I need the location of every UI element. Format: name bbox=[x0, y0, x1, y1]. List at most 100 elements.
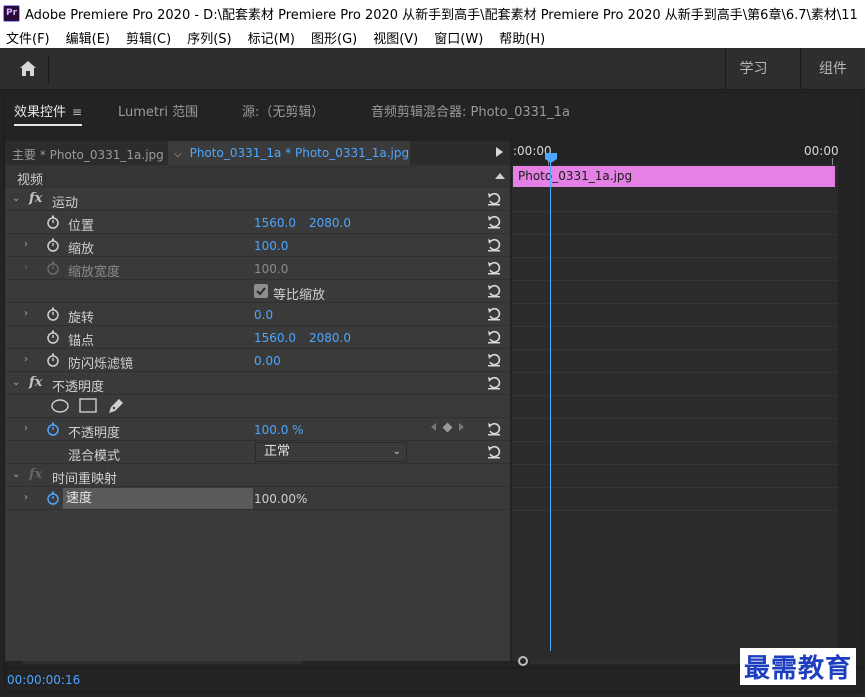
chevron-right-icon[interactable]: › bbox=[24, 239, 28, 250]
stopwatch-icon[interactable] bbox=[46, 215, 60, 229]
menu-graphics[interactable]: 图形(G) bbox=[311, 28, 357, 47]
reset-icon[interactable] bbox=[487, 330, 503, 344]
timeline-row-divider bbox=[512, 418, 838, 419]
reset-icon[interactable] bbox=[487, 261, 503, 275]
position-label: 位置 bbox=[68, 219, 95, 234]
reset-icon[interactable] bbox=[487, 445, 503, 459]
blend-mode-value: 正常 bbox=[264, 444, 291, 459]
workspace-learn-tab[interactable]: 学习 bbox=[725, 48, 781, 90]
menu-file[interactable]: 文件(F) bbox=[6, 28, 50, 47]
speed-row: › 速度 100.00% bbox=[5, 487, 510, 510]
uniform-scale-checkbox[interactable] bbox=[254, 284, 268, 298]
anti-flicker-value[interactable]: 0.00 bbox=[254, 354, 281, 368]
speed-value[interactable]: 100.00% bbox=[254, 492, 307, 506]
stopwatch-icon[interactable] bbox=[46, 307, 60, 321]
anti-flicker-label: 防闪烁滤镜 bbox=[68, 357, 134, 372]
tab-audio-clip-mixer[interactable]: 音频剪辑混合器: Photo_0331_1a bbox=[371, 101, 570, 120]
opacity-section-label: 不透明度 bbox=[52, 380, 105, 395]
premiere-app-icon: Pr bbox=[3, 4, 20, 22]
chevron-down-icon[interactable]: ⌄ bbox=[12, 469, 20, 480]
pen-mask-icon[interactable] bbox=[106, 397, 126, 415]
mask-tools bbox=[50, 397, 126, 415]
reset-icon[interactable] bbox=[487, 192, 503, 206]
stopwatch-icon[interactable] bbox=[46, 353, 60, 367]
scroll-track[interactable] bbox=[23, 661, 303, 664]
tab-effect-controls[interactable]: 效果控件 ≡ bbox=[14, 101, 83, 126]
anchor-x-value[interactable]: 1560.0 bbox=[254, 331, 296, 345]
chevron-down-icon[interactable]: ⌄ bbox=[12, 377, 20, 388]
anti-flicker-row: › 防闪烁滤镜 0.00 bbox=[5, 349, 510, 372]
anchor-row: 锚点 1560.0 2080.0 bbox=[5, 326, 510, 349]
uniform-scale-row: 等比缩放 bbox=[5, 280, 510, 303]
timeline-zoom-scrollbar[interactable] bbox=[11, 659, 303, 667]
menu-sequence[interactable]: 序列(S) bbox=[187, 28, 231, 47]
menu-clip[interactable]: 剪辑(C) bbox=[126, 28, 171, 47]
time-remap-effect-row: ⌄ fx 时间重映射 bbox=[5, 464, 510, 487]
anchor-y-value[interactable]: 2080.0 bbox=[309, 331, 351, 345]
position-row: 位置 1560.0 2080.0 bbox=[5, 211, 510, 234]
video-section-label: 视频 bbox=[17, 173, 44, 188]
current-timecode[interactable]: 00:00:00:16 bbox=[7, 673, 80, 687]
chevron-right-icon[interactable]: › bbox=[24, 354, 28, 365]
show-timeline-icon[interactable] bbox=[496, 147, 503, 157]
chevron-down-icon[interactable]: ⌵ bbox=[174, 149, 182, 160]
reset-icon[interactable] bbox=[487, 215, 503, 229]
time-ruler[interactable]: :00:00 00:00 bbox=[512, 141, 839, 165]
menu-marker[interactable]: 标记(M) bbox=[248, 28, 295, 47]
tab-source[interactable]: 源:（无剪辑） bbox=[242, 101, 324, 120]
reset-icon[interactable] bbox=[487, 422, 503, 436]
timeline-clip[interactable]: Photo_0331_1a.jpg bbox=[513, 166, 835, 187]
timeline-row-divider bbox=[512, 257, 838, 258]
fx-icon: fx bbox=[29, 467, 43, 482]
chevron-right-icon: › bbox=[24, 262, 28, 273]
speed-label-field[interactable]: 速度 bbox=[63, 488, 253, 509]
reset-icon[interactable] bbox=[487, 238, 503, 252]
reset-icon[interactable] bbox=[487, 376, 503, 390]
stopwatch-active-icon[interactable] bbox=[46, 491, 60, 505]
rotation-value[interactable]: 0.0 bbox=[254, 308, 273, 322]
chevron-right-icon[interactable]: › bbox=[24, 492, 28, 503]
add-keyframe-icon[interactable] bbox=[442, 422, 453, 432]
fx-icon[interactable]: fx bbox=[29, 191, 42, 206]
reset-icon[interactable] bbox=[487, 353, 503, 367]
chevron-down-icon[interactable]: ⌄ bbox=[12, 193, 20, 204]
menu-edit[interactable]: 编辑(E) bbox=[66, 28, 110, 47]
collapse-up-icon[interactable] bbox=[495, 173, 505, 179]
sequence-clip-tab[interactable]: ⌵ Photo_0331_1a * Photo_0331_1a.jpg bbox=[168, 141, 410, 165]
position-x-value[interactable]: 1560.0 bbox=[254, 216, 296, 230]
stopwatch-icon[interactable] bbox=[46, 330, 60, 344]
zoom-handle[interactable] bbox=[518, 656, 528, 666]
motion-label: 运动 bbox=[52, 196, 79, 211]
time-remap-label: 时间重映射 bbox=[52, 472, 118, 487]
status-bar bbox=[5, 667, 862, 691]
fx-icon[interactable]: fx bbox=[29, 375, 42, 390]
chevron-right-icon[interactable]: › bbox=[24, 423, 28, 434]
stopwatch-icon[interactable] bbox=[46, 238, 60, 252]
reset-icon[interactable] bbox=[487, 307, 503, 321]
menu-help[interactable]: 帮助(H) bbox=[499, 28, 545, 47]
tab-lumetri-scopes[interactable]: Lumetri 范围 bbox=[118, 101, 198, 120]
timeline-row-divider bbox=[512, 464, 838, 465]
playhead-line[interactable] bbox=[550, 161, 551, 651]
panel-menu-icon[interactable]: ≡ bbox=[72, 105, 82, 119]
timeline-row-divider bbox=[512, 372, 838, 373]
window-title: Adobe Premiere Pro 2020 - D:\配套素材 Premie… bbox=[25, 7, 858, 23]
previous-keyframe-icon[interactable] bbox=[431, 423, 436, 431]
home-button[interactable] bbox=[7, 55, 49, 83]
master-clip-label[interactable]: 主要 * Photo_0331_1a.jpg bbox=[12, 146, 164, 163]
scale-value[interactable]: 100.0 bbox=[254, 239, 288, 253]
opacity-value[interactable]: 100.0 % bbox=[254, 423, 304, 437]
motion-effect-row: ⌄ fx 运动 bbox=[5, 188, 510, 211]
position-y-value[interactable]: 2080.0 bbox=[309, 216, 351, 230]
stopwatch-active-icon[interactable] bbox=[46, 422, 60, 436]
next-keyframe-icon[interactable] bbox=[459, 423, 464, 431]
blend-mode-select[interactable]: 正常 ⌄ bbox=[255, 442, 407, 462]
ellipse-mask-icon[interactable] bbox=[50, 397, 70, 415]
reset-icon[interactable] bbox=[487, 284, 503, 298]
stopwatch-icon bbox=[46, 261, 60, 275]
rectangle-mask-icon[interactable] bbox=[78, 397, 98, 415]
chevron-right-icon[interactable]: › bbox=[24, 308, 28, 319]
menu-window[interactable]: 窗口(W) bbox=[434, 28, 483, 47]
workspace-assembly-tab[interactable]: 组件 bbox=[800, 48, 865, 90]
menu-view[interactable]: 视图(V) bbox=[373, 28, 418, 47]
